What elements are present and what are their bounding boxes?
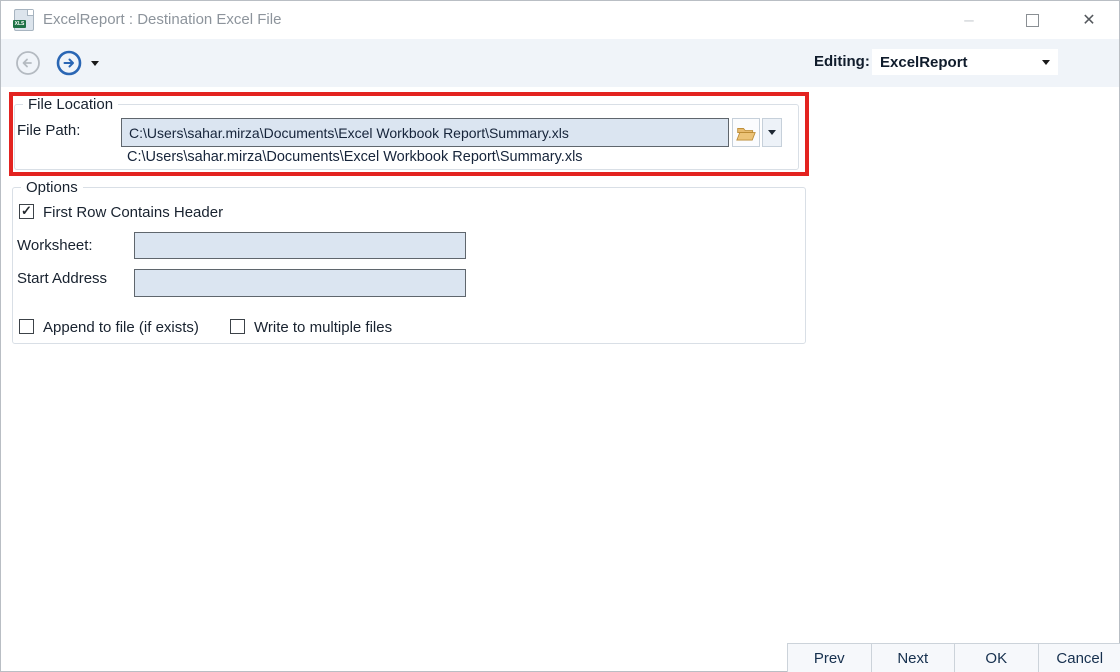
maximize-icon: [1026, 14, 1039, 27]
file-location-group-title: File Location: [23, 96, 118, 113]
xls-badge: XLS: [13, 20, 26, 28]
page-fold: [27, 10, 33, 16]
back-button[interactable]: [15, 50, 41, 76]
window-title: ExcelReport : Destination Excel File: [43, 11, 281, 28]
append-to-file-checkbox[interactable]: [19, 319, 34, 334]
browse-menu-button[interactable]: [762, 118, 782, 147]
back-arrow-icon: [15, 50, 41, 76]
excel-report-app-icon: XLS: [14, 9, 34, 31]
append-to-file-label: Append to file (if exists): [43, 319, 199, 336]
browse-folder-button[interactable]: [732, 118, 760, 147]
maximize-button[interactable]: [1010, 1, 1054, 39]
footer-button-bar: Prev Next OK Cancel: [787, 643, 1120, 672]
worksheet-label: Worksheet:: [17, 237, 93, 254]
chevron-down-icon: [1042, 60, 1050, 65]
options-group-title: Options: [21, 179, 83, 196]
prev-button[interactable]: Prev: [787, 643, 872, 672]
forward-arrow-icon: [56, 50, 82, 76]
close-button[interactable]: ✕: [1067, 1, 1111, 39]
file-path-echo-text: C:\Users\sahar.mirza\Documents\Excel Wor…: [127, 149, 583, 165]
title-bar: XLS ExcelReport : Destination Excel File…: [1, 1, 1119, 39]
first-row-header-label: First Row Contains Header: [43, 204, 223, 221]
caret-down-icon: [768, 130, 776, 135]
forward-menu-caret-icon[interactable]: [91, 61, 99, 66]
forward-button[interactable]: [56, 50, 82, 76]
file-path-label: File Path:: [17, 122, 80, 139]
write-multiple-files-checkbox[interactable]: [230, 319, 245, 334]
minimize-button[interactable]: –: [947, 1, 991, 39]
toolbar: Editing: ExcelReport: [1, 39, 1119, 87]
worksheet-input[interactable]: [134, 232, 466, 259]
first-row-header-checkbox[interactable]: [19, 204, 34, 219]
editing-combobox[interactable]: ExcelReport: [872, 49, 1058, 75]
next-button[interactable]: Next: [871, 643, 956, 672]
cancel-button[interactable]: Cancel: [1038, 643, 1120, 672]
start-address-label: Start Address: [17, 270, 107, 287]
write-multiple-files-label: Write to multiple files: [254, 319, 392, 336]
editing-combobox-value: ExcelReport: [880, 54, 1042, 71]
open-folder-icon: [736, 125, 756, 141]
start-address-input[interactable]: [134, 269, 466, 297]
editing-label: Editing:: [814, 53, 870, 70]
ok-button[interactable]: OK: [954, 643, 1039, 672]
dialog-window: XLS ExcelReport : Destination Excel File…: [0, 0, 1120, 672]
file-path-input[interactable]: [121, 118, 729, 147]
